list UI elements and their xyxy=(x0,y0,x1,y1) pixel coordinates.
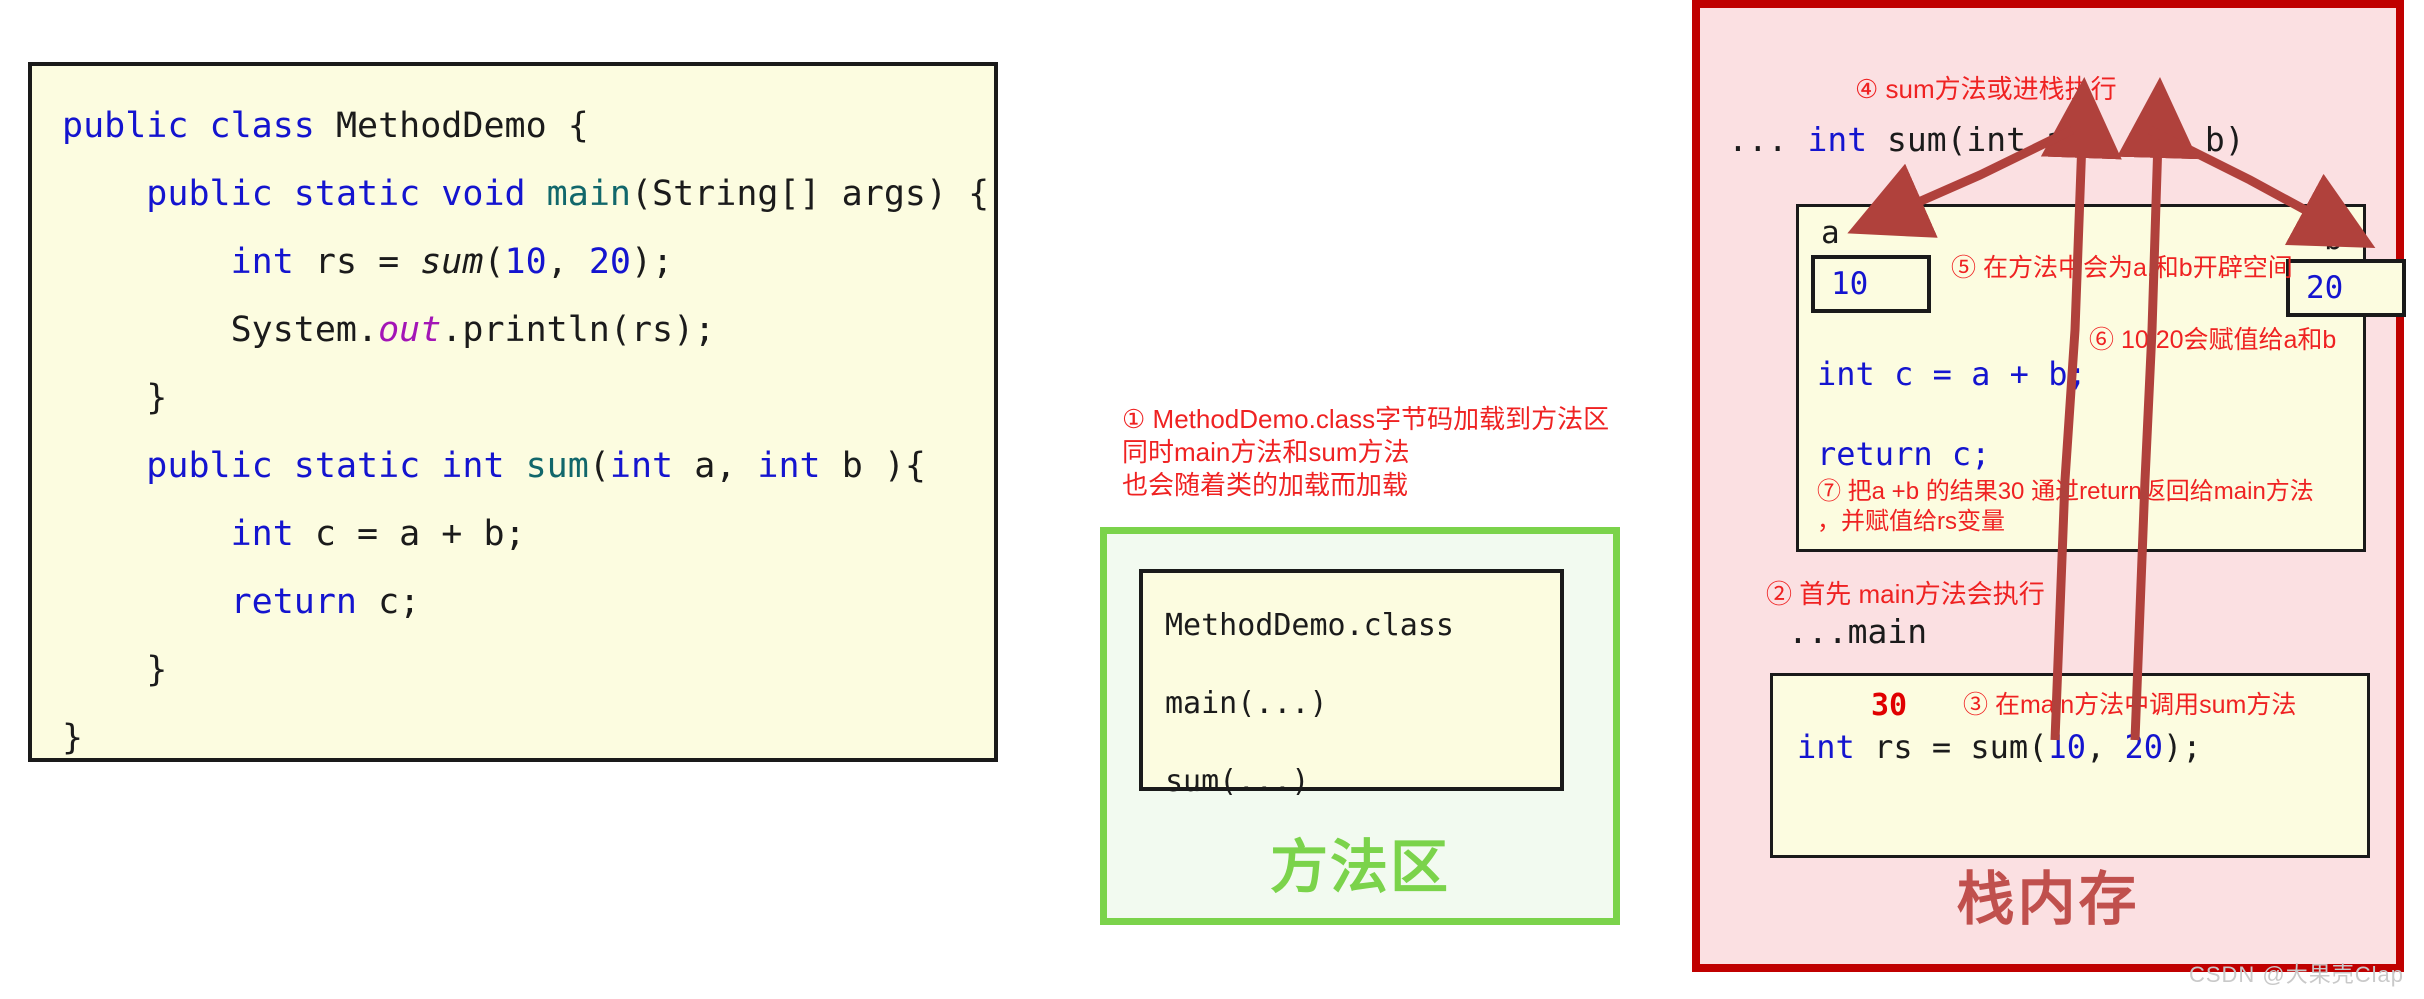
code-token: MethodDemo { xyxy=(335,106,589,146)
sum-stack-frame: a b 10 20 ⑤ 在方法中会为a,和b开辟空间 ⑥ 10,20会赋值给a和… xyxy=(1796,204,2406,552)
method-area-title: 方法区 xyxy=(1269,835,1450,900)
code-token: b ){ xyxy=(841,446,926,486)
code-token: public static int xyxy=(146,446,526,486)
code-token: } xyxy=(62,650,168,690)
main-stack-frame: 30 ③ 在main方法中调用sum方法 int rs = sum(10, 20… xyxy=(1770,673,2370,858)
code-token: ); xyxy=(2163,728,2202,766)
sum-sig-prefix: ... xyxy=(1728,120,1808,159)
code-line: int c = a + b; xyxy=(62,500,964,568)
watermark-text: CSDN @大果壳Clap xyxy=(2188,962,2404,987)
class-name-label: MethodDemo.class xyxy=(1165,608,1454,643)
rs-result-value: 30 xyxy=(1871,688,1908,723)
variable-a-label: a xyxy=(1821,215,1840,251)
stack-annotation-2: ② 首先 main方法会执行 xyxy=(1766,579,2045,609)
code-token: System. xyxy=(62,310,379,350)
code-token: out xyxy=(378,310,442,350)
code-token: c = a + b; xyxy=(314,514,526,554)
java-code-panel: public class MethodDemo { public static … xyxy=(28,62,998,762)
sum-sig-keyword: int xyxy=(1807,120,1868,159)
stack-annotation-7: ⑦ 把a +b 的结果30 通过return返回给main方法 ，并赋值给rs变… xyxy=(1817,478,2314,535)
code-line: return c; xyxy=(62,568,964,636)
code-token: int xyxy=(609,446,695,486)
code-token: public class xyxy=(62,106,336,146)
code-line: } xyxy=(62,364,964,432)
stack-annotation-5: ⑤ 在方法中会为a,和b开辟空间 xyxy=(1951,254,2293,282)
code-token: , xyxy=(546,242,589,282)
code-token: 10 xyxy=(2047,728,2086,766)
code-token: int xyxy=(230,242,315,282)
code-token: ); xyxy=(631,242,674,282)
code-token: 20 xyxy=(2124,728,2164,766)
code-line: public static int sum(int a, int b ){ xyxy=(62,432,964,500)
sum-method-signature: ... int sum(int a , int b) xyxy=(1728,120,2245,159)
sum-line-return: return c; xyxy=(1817,435,1991,473)
code-line: public class MethodDemo { xyxy=(62,92,964,160)
loaded-class-box: MethodDemo.class main(...) sum(...) xyxy=(1139,569,1564,799)
variable-b-value-box: 20 xyxy=(2286,259,2406,317)
code-token: } xyxy=(62,378,168,418)
method-main-label: main(...) xyxy=(1165,686,1328,721)
code-token: a, xyxy=(694,446,758,486)
variable-a-value-box: 10 xyxy=(1811,255,1931,313)
code-token: .println(rs); xyxy=(441,310,716,350)
code-line: } xyxy=(62,704,964,772)
stack-memory-panel: ④ sum方法或进栈执行 ... int sum(int a , int b) … xyxy=(1692,0,2406,972)
code-line: public static void main(String[] args) { xyxy=(62,160,989,228)
code-token: public static void xyxy=(146,174,547,214)
code-line: System.out.println(rs); xyxy=(62,296,964,364)
code-token: rs = xyxy=(314,242,421,282)
code-token: int xyxy=(757,446,842,486)
code-token: main xyxy=(546,174,631,214)
code-token: } xyxy=(62,718,84,758)
code-token: 20 xyxy=(588,242,631,282)
method-sum-label: sum(...) xyxy=(1165,764,1310,799)
code-token: 10 xyxy=(504,242,547,282)
code-token: int xyxy=(1797,728,1855,766)
code-token: c; xyxy=(378,582,421,622)
stack-annotation-4: ④ sum方法或进栈执行 xyxy=(1855,74,2117,104)
code-token: (String[] args) { xyxy=(630,174,990,214)
main-frame-label: ...main xyxy=(1788,612,1928,651)
code-token: rs = sum( xyxy=(1854,728,2048,766)
code-token: int xyxy=(230,514,315,554)
code-token: ( xyxy=(588,446,610,486)
code-token: sum xyxy=(420,242,484,282)
code-line: } xyxy=(62,636,964,704)
code-token: , xyxy=(2085,728,2125,766)
variable-b-label: b xyxy=(2324,221,2343,257)
stack-annotation-3: ③ 在main方法中调用sum方法 xyxy=(1963,691,2297,719)
stack-memory-title: 栈内存 xyxy=(1956,867,2140,932)
code-line: int rs = sum(10, 20); xyxy=(62,228,964,296)
code-token: sum xyxy=(525,446,589,486)
code-token: return xyxy=(230,582,379,622)
method-area-annotation-1: ① MethodDemo.class字节码加载到方法区 同时main方法和sum… xyxy=(1122,404,1610,500)
code-token: ( xyxy=(483,242,505,282)
sum-line-int-c: int c = a + b; xyxy=(1817,355,2087,393)
method-area-box: MethodDemo.class main(...) sum(...) 方法区 xyxy=(1100,527,1620,925)
sum-sig-rest: sum(int a , int b) xyxy=(1867,120,2245,159)
code-lines: public class MethodDemo { public static … xyxy=(62,92,989,772)
stack-annotation-6: ⑥ 10,20会赋值给a和b xyxy=(2089,326,2337,354)
main-line-int-rs: int rs = sum(10, 20); xyxy=(1797,728,2202,766)
